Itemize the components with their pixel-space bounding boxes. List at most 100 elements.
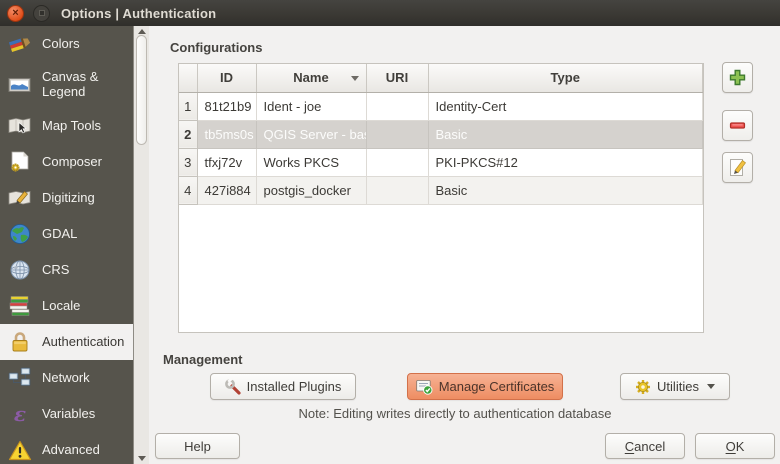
button-label: ancel [634,439,665,454]
titlebar: × Options | Authentication [0,0,780,26]
ok-button[interactable]: OK [695,433,775,459]
minus-icon [729,117,746,134]
wrench-icon [225,379,241,395]
sidebar-item-composer[interactable]: Composer [0,144,133,180]
configurations-table: ID Name URI Type 1 81t21b9 Ident - joe I… [178,63,704,333]
cell-name[interactable]: postgis_docker [256,176,366,204]
row-number[interactable]: 4 [179,176,197,204]
certificate-check-icon [416,379,433,395]
chevron-down-icon [707,384,715,389]
col-header-id[interactable]: ID [197,64,256,92]
row-number[interactable]: 1 [179,92,197,120]
button-label: Help [184,439,211,454]
edit-config-button[interactable] [722,152,753,183]
close-button[interactable]: × [7,5,24,22]
cell-type[interactable]: Basic [428,176,703,204]
installed-plugins-button[interactable]: Installed Plugins [210,373,356,400]
col-header-label: Name [293,70,328,85]
configurations-heading: Configurations [170,40,262,55]
table-row[interactable]: 4 427i884 postgis_docker Basic [179,176,703,204]
sidebar-item-label: Colors [42,37,80,52]
table-row[interactable]: 3 tfxj72v Works PKCS PKI-PKCS#12 [179,148,703,176]
sidebar-item-network[interactable]: Network [0,360,133,396]
cell-uri[interactable] [366,148,428,176]
sort-descending-icon [351,76,359,81]
cell-uri[interactable] [366,176,428,204]
sidebar-item-crs[interactable]: CRS [0,252,133,288]
lock-icon [5,331,35,353]
cell-id[interactable]: 81t21b9 [197,92,256,120]
sidebar-item-canvas-legend[interactable]: Canvas & Legend [0,62,133,108]
table-row-selected[interactable]: 2 tb5ms0s QGIS Server - basic Basic [179,120,703,148]
map-tools-icon [5,116,35,136]
sidebar-item-label: Map Tools [42,119,101,134]
cell-name[interactable]: Ident - joe [256,92,366,120]
epsilon-icon: ε [5,404,35,424]
sidebar-item-label: Variables [42,407,95,422]
cell-id[interactable]: tb5ms0s [197,120,256,148]
cell-uri[interactable] [366,120,428,148]
scroll-up-icon[interactable] [138,29,146,34]
management-heading: Management [163,352,242,367]
row-number[interactable]: 3 [179,148,197,176]
button-label: K [736,439,745,454]
col-header-uri[interactable]: URI [366,64,428,92]
paintbrush-icon [5,34,35,54]
col-header-type[interactable]: Type [428,64,703,92]
cell-name[interactable]: QGIS Server - basic [256,120,366,148]
sidebar-item-advanced[interactable]: Advanced [0,432,133,464]
sidebar-item-label: Network [42,371,90,386]
utilities-button[interactable]: Utilities [620,373,730,400]
sidebar-item-colors[interactable]: Colors [0,26,133,62]
manage-certificates-button[interactable]: Manage Certificates [407,373,563,400]
sidebar-item-variables[interactable]: ε Variables [0,396,133,432]
sidebar-item-label: GDAL [42,227,77,242]
cancel-button[interactable]: Cancel [605,433,685,459]
table-row[interactable]: 1 81t21b9 Ident - joe Identity-Cert [179,92,703,120]
sidebar-item-digitizing[interactable]: Digitizing [0,180,133,216]
button-label: Installed Plugins [247,379,342,394]
help-button[interactable]: Help [155,433,240,459]
digitizing-icon [5,188,35,208]
sidebar-item-gdal[interactable]: GDAL [0,216,133,252]
pencil-page-icon [728,158,748,178]
options-dialog: × Options | Authentication Colors [0,0,780,464]
cell-type[interactable]: PKI-PKCS#12 [428,148,703,176]
globe-crs-icon [5,259,35,281]
col-header-name[interactable]: Name [256,64,366,92]
cell-id[interactable]: tfxj72v [197,148,256,176]
sidebar: Colors Canvas & Legend Map Tools [0,26,133,464]
cell-type[interactable]: Identity-Cert [428,92,703,120]
plus-icon [729,69,746,86]
sidebar-item-authentication[interactable]: Authentication [0,324,133,360]
add-config-button[interactable] [722,62,753,93]
corner-header[interactable] [179,64,197,92]
button-label: Manage Certificates [439,379,555,394]
globe-gdal-icon [5,223,35,245]
note-text: Note: Editing writes directly to authent… [150,406,760,421]
window-title: Options | Authentication [61,6,216,21]
sidebar-item-label: Digitizing [42,191,95,206]
warning-icon [5,440,35,461]
cell-uri[interactable] [366,92,428,120]
sidebar-item-label: Authentication [42,335,124,350]
remove-config-button[interactable] [722,110,753,141]
row-number[interactable]: 2 [179,120,197,148]
scrollbar-thumb[interactable] [136,35,147,145]
button-label: C [625,439,634,454]
cell-id[interactable]: 427i884 [197,176,256,204]
sidebar-item-label: Locale [42,299,80,314]
sidebar-item-locale[interactable]: Locale [0,288,133,324]
close-icon: × [12,8,18,19]
sidebar-item-label: Advanced [42,443,100,458]
sidebar-item-label: Canvas & Legend [42,70,133,100]
scroll-down-icon[interactable] [138,456,146,461]
gear-icon [635,379,651,395]
cell-name[interactable]: Works PKCS [256,148,366,176]
sidebar-item-map-tools[interactable]: Map Tools [0,108,133,144]
sidebar-item-label: CRS [42,263,69,278]
sidebar-scrollbar[interactable] [133,26,149,464]
cell-type[interactable]: Basic [428,120,703,148]
restore-button[interactable] [33,5,50,22]
button-label: O [726,439,736,454]
